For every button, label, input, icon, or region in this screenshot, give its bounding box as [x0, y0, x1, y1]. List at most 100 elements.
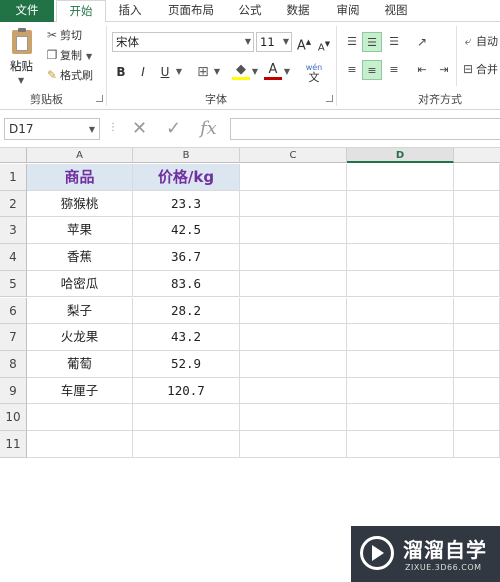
- empty-cell[interactable]: [454, 350, 500, 378]
- tab-file[interactable]: 文件: [0, 0, 54, 22]
- product-cell[interactable]: 车厘子: [27, 377, 133, 405]
- phonetic-button[interactable]: wén 文: [300, 62, 328, 83]
- enter-icon[interactable]: ✓: [166, 118, 181, 139]
- tab-home[interactable]: 开始: [56, 0, 106, 23]
- price-cell[interactable]: 28.2: [133, 297, 240, 325]
- header-cell[interactable]: 商品: [27, 164, 133, 191]
- chevron-down-icon[interactable]: ▼: [212, 62, 222, 82]
- underline-button[interactable]: U: [156, 62, 174, 82]
- empty-cell[interactable]: [454, 164, 500, 191]
- row-header[interactable]: 8: [0, 350, 27, 378]
- product-cell[interactable]: 葡萄: [27, 350, 133, 378]
- tab-view[interactable]: 视图: [376, 0, 416, 22]
- price-cell[interactable]: 36.7: [133, 244, 240, 271]
- price-cell[interactable]: 52.9: [133, 350, 240, 378]
- empty-cell[interactable]: [133, 404, 240, 431]
- empty-cell[interactable]: [347, 217, 454, 245]
- empty-cell[interactable]: [347, 297, 454, 325]
- format-painter-button[interactable]: ✎ 格式刷: [44, 66, 93, 84]
- column-header-d[interactable]: D: [347, 148, 454, 163]
- product-cell[interactable]: 梨子: [27, 297, 133, 325]
- price-cell[interactable]: 23.3: [133, 190, 240, 218]
- row-header[interactable]: 9: [0, 377, 27, 405]
- empty-cell[interactable]: [347, 404, 454, 431]
- chevron-down-icon[interactable]: ▼: [174, 62, 184, 82]
- empty-cell[interactable]: [347, 431, 454, 458]
- product-cell[interactable]: 火龙果: [27, 324, 133, 351]
- clipboard-launcher-icon[interactable]: [96, 95, 103, 102]
- orientation-icon[interactable]: ↗: [412, 32, 432, 52]
- font-name-select[interactable]: 宋体 ▼: [112, 32, 254, 52]
- product-cell[interactable]: 苹果: [27, 217, 133, 245]
- empty-cell[interactable]: [240, 350, 347, 378]
- formula-input[interactable]: [230, 118, 500, 140]
- empty-cell[interactable]: [240, 270, 347, 298]
- empty-cell[interactable]: [240, 324, 347, 351]
- empty-cell[interactable]: [347, 190, 454, 218]
- empty-cell[interactable]: [454, 324, 500, 351]
- column-header-b[interactable]: B: [133, 148, 240, 163]
- tab-insert[interactable]: 插入: [110, 0, 150, 22]
- tab-formulas[interactable]: 公式: [230, 0, 270, 22]
- empty-cell[interactable]: [454, 431, 500, 458]
- wrap-text-button[interactable]: ⤶ 自动: [460, 32, 498, 50]
- empty-cell[interactable]: [347, 164, 454, 191]
- empty-cell[interactable]: [454, 244, 500, 271]
- align-middle-icon[interactable]: ☰: [362, 32, 382, 52]
- empty-cell[interactable]: [240, 164, 347, 191]
- font-size-select[interactable]: 11 ▼: [256, 32, 292, 52]
- row-header[interactable]: 3: [0, 217, 27, 245]
- fill-color-icon[interactable]: ◆: [232, 62, 250, 80]
- empty-cell[interactable]: [27, 404, 133, 431]
- empty-cell[interactable]: [347, 324, 454, 351]
- empty-cell[interactable]: [27, 431, 133, 458]
- insert-function-button[interactable]: fx: [200, 118, 217, 139]
- decrease-indent-icon[interactable]: ⇤: [412, 60, 432, 80]
- empty-cell[interactable]: [240, 377, 347, 405]
- align-top-icon[interactable]: ☰: [342, 32, 362, 52]
- select-all-corner[interactable]: [0, 148, 27, 163]
- empty-cell[interactable]: [347, 270, 454, 298]
- product-cell[interactable]: 猕猴桃: [27, 190, 133, 218]
- row-header[interactable]: 1: [0, 164, 27, 191]
- name-box[interactable]: D17 ▼: [4, 118, 100, 140]
- cancel-icon[interactable]: ✕: [132, 118, 147, 139]
- product-cell[interactable]: 香蕉: [27, 244, 133, 271]
- merge-center-button[interactable]: ⊟ 合并: [460, 60, 498, 78]
- column-header-e[interactable]: [454, 148, 500, 163]
- empty-cell[interactable]: [454, 190, 500, 218]
- bold-button[interactable]: B: [112, 62, 130, 82]
- price-cell[interactable]: 43.2: [133, 324, 240, 351]
- font-launcher-icon[interactable]: [326, 95, 333, 102]
- price-cell[interactable]: 42.5: [133, 217, 240, 245]
- empty-cell[interactable]: [454, 217, 500, 245]
- grow-font-button[interactable]: A▲: [296, 32, 312, 53]
- row-header[interactable]: 7: [0, 324, 27, 351]
- product-cell[interactable]: 哈密瓜: [27, 270, 133, 298]
- header-cell[interactable]: 价格/kg: [133, 164, 240, 191]
- empty-cell[interactable]: [240, 244, 347, 271]
- chevron-down-icon[interactable]: ▼: [282, 62, 292, 82]
- align-center-icon[interactable]: ≡: [362, 60, 382, 80]
- font-color-button[interactable]: A: [264, 62, 282, 80]
- row-header[interactable]: 10: [0, 404, 27, 431]
- borders-icon[interactable]: ⊞: [194, 62, 212, 82]
- italic-button[interactable]: I: [134, 62, 152, 82]
- empty-cell[interactable]: [240, 297, 347, 325]
- row-header[interactable]: 6: [0, 297, 27, 325]
- shrink-font-button[interactable]: A▼: [316, 34, 332, 54]
- price-cell[interactable]: 83.6: [133, 270, 240, 298]
- tab-review[interactable]: 审阅: [328, 0, 368, 22]
- empty-cell[interactable]: [240, 190, 347, 218]
- chevron-down-icon[interactable]: ▼: [250, 62, 260, 82]
- price-cell[interactable]: 120.7: [133, 377, 240, 405]
- align-right-icon[interactable]: ≡: [384, 60, 404, 80]
- empty-cell[interactable]: [240, 431, 347, 458]
- paste-button[interactable]: 粘贴 ▼: [8, 28, 38, 88]
- increase-indent-icon[interactable]: ⇥: [434, 60, 454, 80]
- copy-button[interactable]: ❐ 复制 ▼: [44, 46, 93, 64]
- empty-cell[interactable]: [347, 244, 454, 271]
- empty-cell[interactable]: [454, 404, 500, 431]
- column-header-a[interactable]: A: [27, 148, 133, 163]
- row-header[interactable]: 11: [0, 431, 27, 458]
